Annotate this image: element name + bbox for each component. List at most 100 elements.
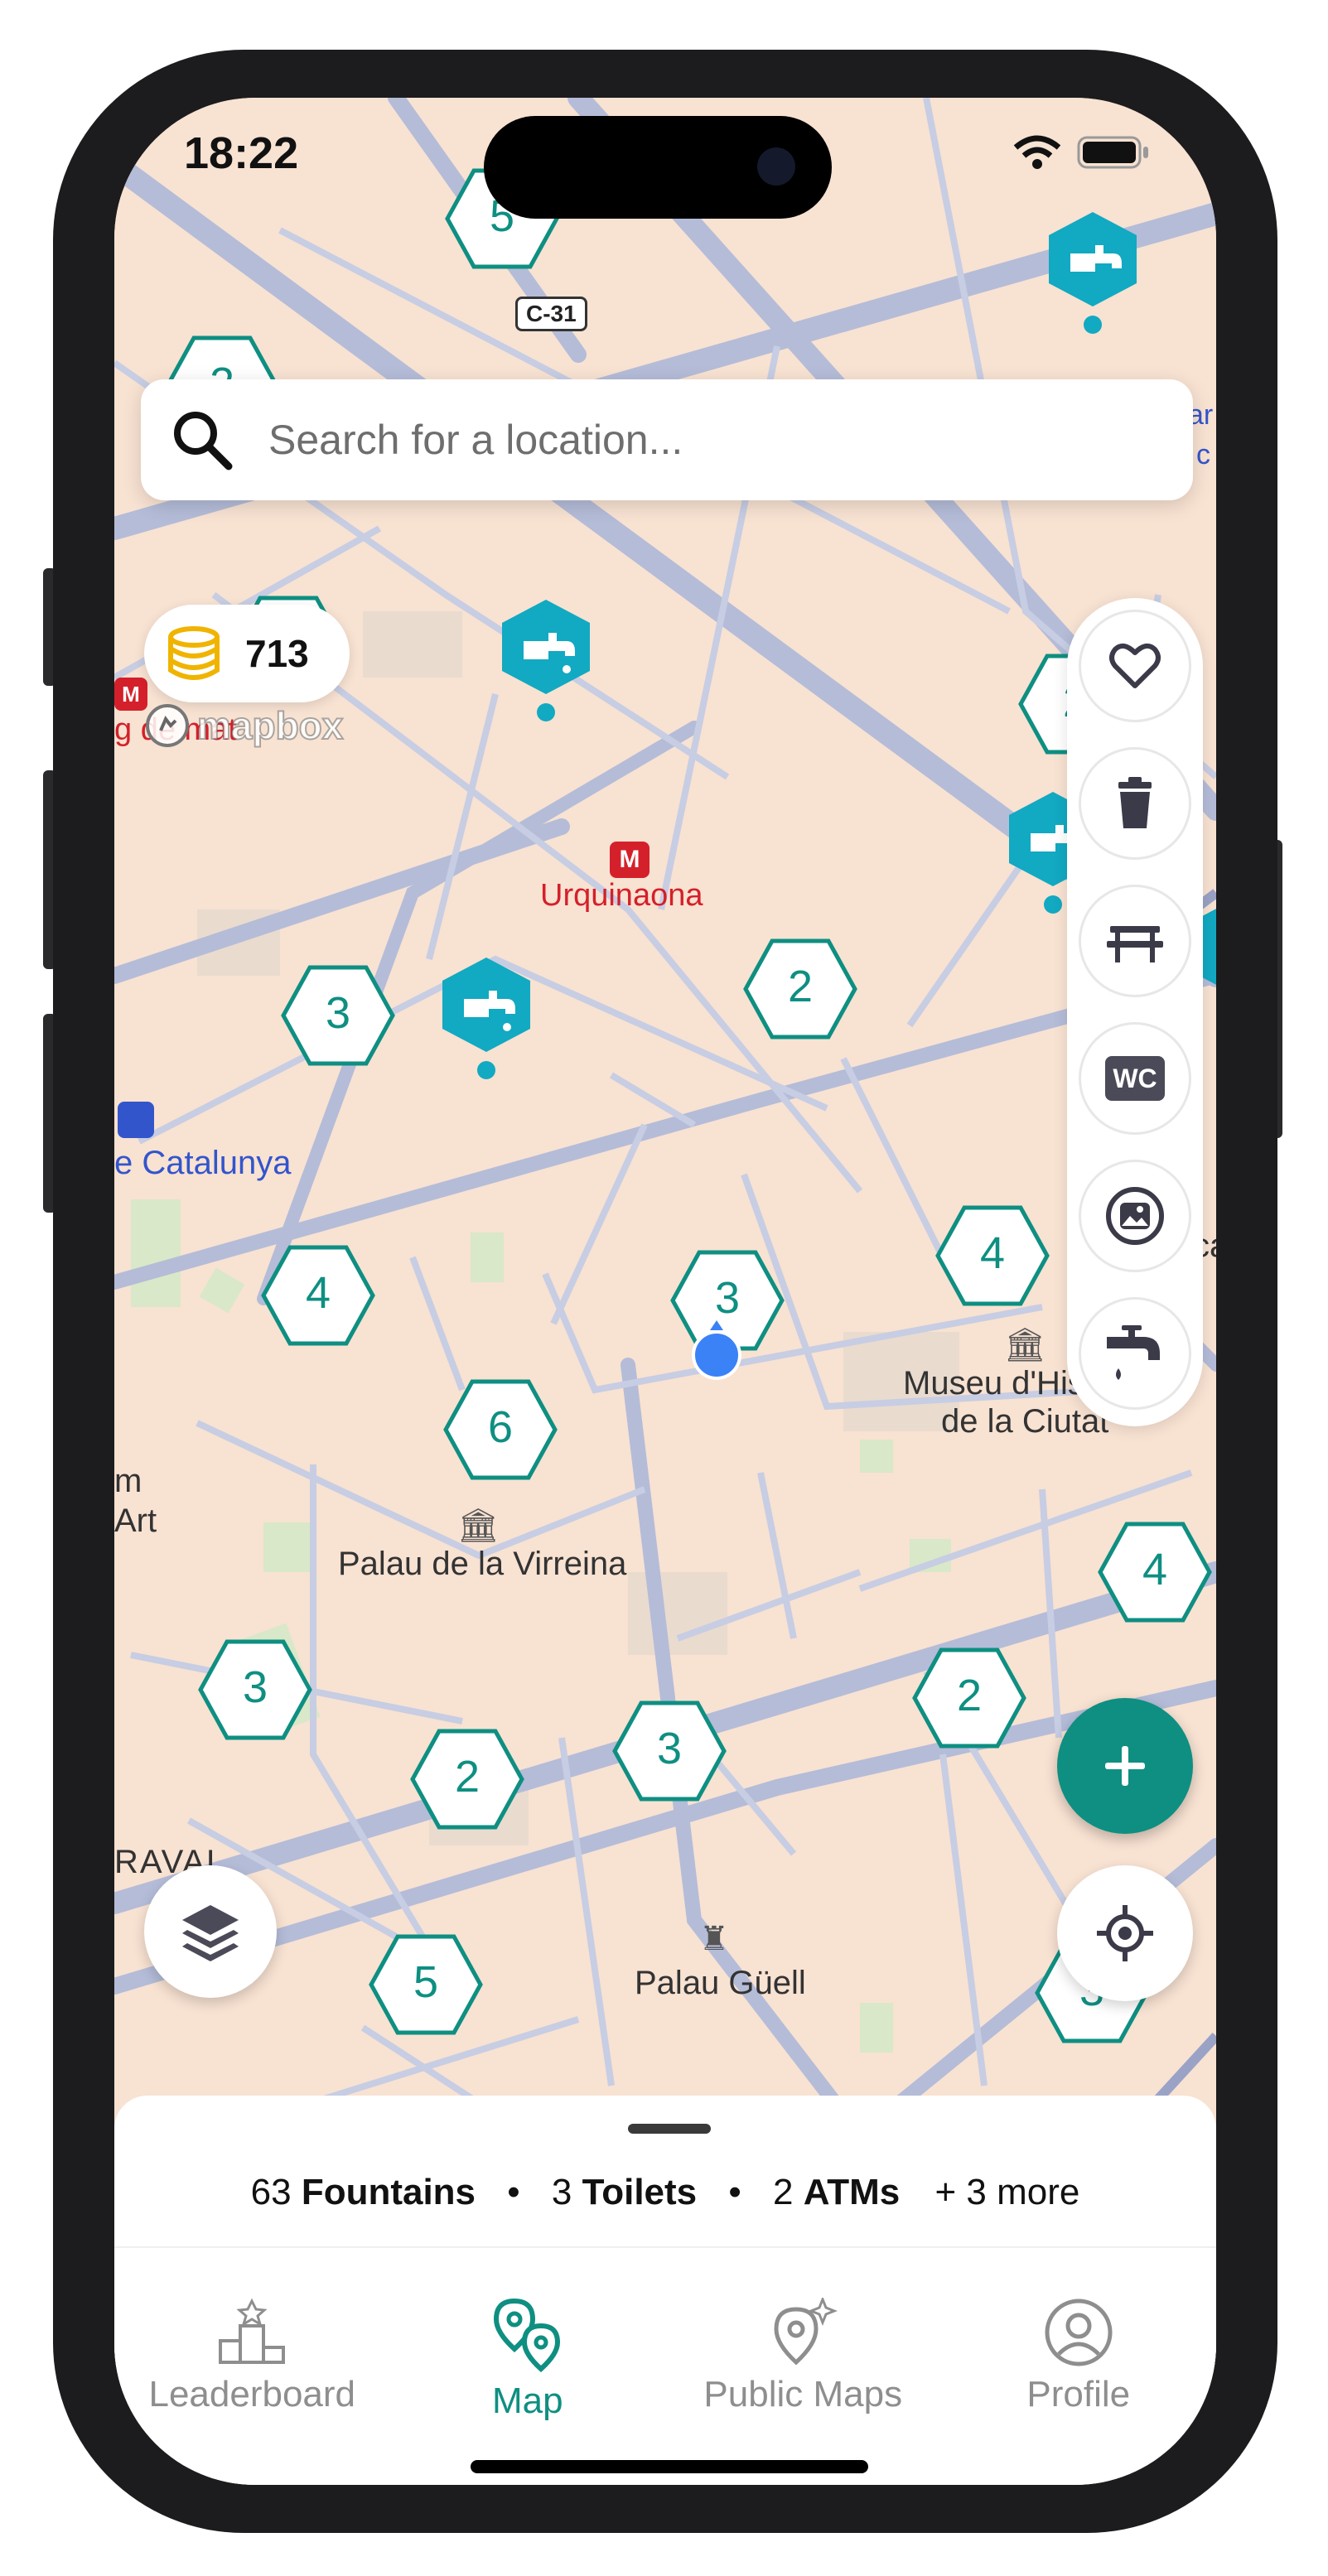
heart-icon <box>1109 643 1161 688</box>
museum-icon: 🏛 <box>457 1507 500 1544</box>
bench-icon <box>1107 926 1163 962</box>
add-location-button[interactable] <box>1057 1698 1193 1834</box>
map-label-catalunya: e Catalunya <box>114 1145 292 1181</box>
search-icon <box>174 412 233 470</box>
fountains-count: 63 <box>250 2172 292 2212</box>
wc-filter-button[interactable]: WC <box>1079 1022 1191 1135</box>
map-label-m: m <box>114 1463 142 1499</box>
coins-count: 713 <box>245 632 309 675</box>
map-pins-icon <box>493 2298 560 2373</box>
museum-icon: 🏛 <box>1004 1327 1046 1363</box>
cluster-count: 3 <box>242 1662 268 1712</box>
photo-icon <box>1106 1187 1164 1245</box>
cluster-marker[interactable]: 2 <box>409 1728 525 1831</box>
road-shield: C-31 <box>515 297 587 331</box>
layers-icon <box>182 1905 239 1961</box>
cluster-count: 2 <box>454 1752 480 1802</box>
bench-filter-button[interactable] <box>1079 885 1191 997</box>
search-input[interactable] <box>267 415 1095 465</box>
map-label-palau-virreina: Palau de la Virreina <box>338 1546 627 1582</box>
train-icon <box>118 1102 154 1138</box>
mapbox-logo[interactable]: mapbox <box>144 702 344 749</box>
map-label-museu-2: de la Ciutat <box>941 1403 1109 1440</box>
trash-filter-button[interactable] <box>1079 747 1191 860</box>
tab-profile[interactable]: Profile <box>941 2258 1217 2424</box>
fountain-marker[interactable] <box>437 956 535 1080</box>
status-icons <box>1012 134 1150 171</box>
tab-label: Leaderboard <box>148 2374 356 2414</box>
battery-icon <box>1077 136 1148 169</box>
tab-label: Profile <box>1026 2374 1131 2414</box>
tab-label: Public Maps <box>703 2374 903 2414</box>
tab-map[interactable]: Map <box>390 2258 666 2424</box>
podium-icon <box>219 2298 286 2364</box>
home-indicator[interactable] <box>471 2460 868 2473</box>
tab-public-maps[interactable]: Public Maps <box>665 2258 941 2424</box>
fountain-marker[interactable] <box>497 598 595 722</box>
map-label-urquinaona: Urquinaona <box>540 878 703 913</box>
cluster-marker[interactable]: 2 <box>742 938 858 1040</box>
search-bar[interactable] <box>141 379 1193 500</box>
amenity-summary[interactable]: 63 Fountains • 3 Toilets • 2 ATMs + 3 mo… <box>114 2172 1216 2213</box>
mapbox-icon <box>146 704 189 747</box>
photo-filter-button[interactable] <box>1079 1160 1191 1272</box>
map-pin-sparkle-icon <box>774 2298 838 2366</box>
plus-icon <box>1105 1746 1145 1786</box>
wifi-icon <box>1013 135 1061 169</box>
cluster-marker[interactable]: 3 <box>611 1700 727 1802</box>
cluster-marker[interactable]: 4 <box>1097 1521 1213 1623</box>
map-label-c: c <box>1196 439 1210 470</box>
tab-label: Map <box>491 2381 563 2421</box>
separator: • <box>728 2172 741 2212</box>
faucet-icon <box>1107 1325 1160 1380</box>
separator: • <box>507 2172 520 2212</box>
app-screen: 5 2 2 2 3 2 4 4 <box>114 98 1216 2485</box>
castle-icon: ♜ <box>699 1921 729 1957</box>
metro-icon: M <box>114 678 147 711</box>
toilets-count: 3 <box>551 2172 572 2212</box>
fountain-marker[interactable] <box>1044 210 1142 335</box>
cluster-marker[interactable]: 5 <box>368 1933 484 2036</box>
atms-count: 2 <box>773 2172 794 2212</box>
cluster-marker[interactable]: 2 <box>911 1647 1027 1749</box>
fountain-filter-button[interactable] <box>1079 1297 1191 1410</box>
toilets-label: Toilets <box>582 2172 698 2212</box>
cluster-marker[interactable]: 3 <box>280 964 396 1067</box>
cluster-count: 3 <box>656 1724 683 1773</box>
favorites-filter-button[interactable] <box>1079 610 1191 722</box>
trash-icon <box>1118 777 1152 828</box>
atms-label: ATMs <box>803 2172 901 2212</box>
layers-button[interactable] <box>144 1865 277 1998</box>
sheet-handle[interactable] <box>628 2124 711 2134</box>
cluster-count: 4 <box>1142 1545 1168 1594</box>
phone-frame: 5 2 2 2 3 2 4 4 <box>53 50 1277 2533</box>
fountains-label: Fountains <box>301 2172 476 2212</box>
cluster-count: 4 <box>305 1268 331 1318</box>
tab-leaderboard[interactable]: Leaderboard <box>114 2258 390 2424</box>
wc-icon: WC <box>1105 1056 1165 1101</box>
map-label-art: Art <box>114 1503 157 1539</box>
cluster-count: 3 <box>325 988 351 1038</box>
bottom-sheet[interactable]: 63 Fountains • 3 Toilets • 2 ATMs + 3 mo… <box>114 2096 1216 2485</box>
user-location-dot <box>691 1314 742 1380</box>
cluster-count: 6 <box>487 1402 514 1452</box>
dynamic-island <box>484 116 832 219</box>
divider <box>114 2246 1216 2248</box>
tab-bar: Leaderboard Map Public Maps Profile <box>114 2258 1216 2424</box>
cluster-count: 2 <box>787 962 814 1011</box>
coins-badge[interactable]: 713 <box>144 605 350 702</box>
coins-icon <box>168 626 220 680</box>
cluster-count: 2 <box>956 1671 983 1720</box>
cluster-marker[interactable]: 4 <box>260 1244 376 1347</box>
my-location-button[interactable] <box>1057 1865 1193 2001</box>
cluster-marker[interactable]: 4 <box>934 1204 1050 1307</box>
map-label-palau-guell: Palau Güell <box>635 1965 806 2001</box>
crosshair-icon <box>1097 1905 1153 1961</box>
cluster-marker[interactable]: 3 <box>197 1638 313 1741</box>
cluster-marker[interactable]: 6 <box>442 1378 558 1481</box>
profile-icon <box>1045 2299 1113 2366</box>
filter-toolbar: WC <box>1067 598 1203 1426</box>
status-time: 18:22 <box>184 128 299 178</box>
cluster-count: 4 <box>979 1228 1006 1278</box>
metro-icon: M <box>610 842 650 878</box>
